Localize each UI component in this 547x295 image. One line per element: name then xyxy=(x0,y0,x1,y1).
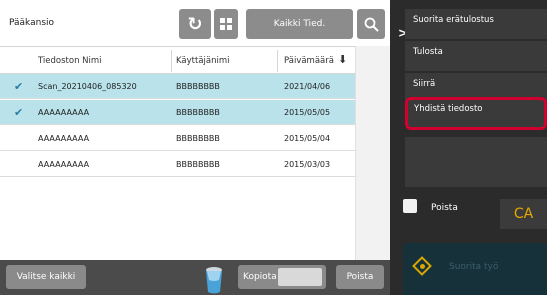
cell-date: 2015/05/05 xyxy=(284,108,331,117)
search-icon xyxy=(364,17,379,32)
copy-button[interactable]: Kopiota xyxy=(238,265,326,289)
refresh-icon: ↻ xyxy=(187,13,203,35)
check-icon: ✔ xyxy=(14,80,24,93)
copy-button-label: Kopiota xyxy=(243,272,277,282)
refresh-button[interactable]: ↻ xyxy=(179,9,211,39)
cell-filename: AAAAAAAAA xyxy=(38,108,90,117)
table-row[interactable]: AAAAAAAAA BBBBBBBB 2015/03/03 xyxy=(0,152,355,177)
menu-item-print[interactable]: Tulosta xyxy=(405,41,547,71)
grid-view-button[interactable] xyxy=(214,9,238,39)
table-row[interactable]: ✔ AAAAAAAAA BBBBBBBB 2015/05/05 xyxy=(0,100,355,125)
sort-descending-icon[interactable]: ⬇ xyxy=(338,53,347,66)
cell-date: 2015/03/03 xyxy=(284,160,331,169)
cell-filename: AAAAAAAAA xyxy=(38,160,90,169)
cell-date: 2015/05/04 xyxy=(284,134,331,143)
menu-item-batch-print[interactable]: Suorita erätulostus xyxy=(405,9,547,39)
menu-item-merge-file[interactable]: Yhdistä tiedosto xyxy=(405,97,547,130)
cell-date: 2021/04/06 xyxy=(284,82,331,91)
column-header-filename[interactable]: Tiedoston Nimi xyxy=(38,56,102,66)
column-header-username[interactable]: Käyttäjänimi xyxy=(176,56,230,66)
file-filter-button[interactable]: Kaikki Tied. xyxy=(246,9,353,39)
delete-after-label: Poista xyxy=(431,203,458,213)
cell-username: BBBBBBBB xyxy=(176,82,220,91)
folder-title: Pääkansio xyxy=(9,18,55,28)
trash-can-icon xyxy=(206,267,222,294)
cell-username: BBBBBBBB xyxy=(176,160,220,169)
start-dot-icon xyxy=(420,264,425,269)
menu-empty-area xyxy=(405,137,547,187)
table-header: Tiedoston Nimi Käyttäjänimi Päivämäärä ⬇ xyxy=(0,46,355,74)
table-row[interactable]: ✔ Scan_20210406_085320 BBBBBBBB 2021/04/06 xyxy=(0,74,355,99)
file-list-panel: Pääkansio ↻ Kaikki Tied. Tiedoston Nimi … xyxy=(0,0,390,260)
table-row[interactable]: AAAAAAAAA BBBBBBBB 2015/05/04 xyxy=(0,126,355,151)
select-all-button[interactable]: Valitse kaikki xyxy=(6,265,86,289)
cell-filename: AAAAAAAAA xyxy=(38,134,90,143)
start-job-label: Suorita työ xyxy=(449,262,499,272)
scrollbar[interactable] xyxy=(355,46,390,260)
clear-all-button[interactable]: CA xyxy=(500,199,547,229)
bottom-action-bar: Valitse kaikki Kopiota Poista xyxy=(0,260,390,295)
cell-username: BBBBBBBB xyxy=(176,108,220,117)
copy-count-field[interactable] xyxy=(278,268,322,286)
column-divider xyxy=(171,50,172,72)
start-job-button[interactable]: Suorita työ xyxy=(403,243,547,295)
column-header-date[interactable]: Päivämäärä xyxy=(284,56,334,66)
cell-filename: Scan_20210406_085320 xyxy=(38,82,137,91)
column-divider xyxy=(277,50,278,72)
search-button[interactable] xyxy=(357,9,385,39)
grid-icon xyxy=(220,18,232,30)
check-icon: ✔ xyxy=(14,106,24,119)
delete-after-checkbox[interactable] xyxy=(403,199,417,213)
cell-username: BBBBBBBB xyxy=(176,134,220,143)
delete-button[interactable]: Poista xyxy=(336,265,384,289)
